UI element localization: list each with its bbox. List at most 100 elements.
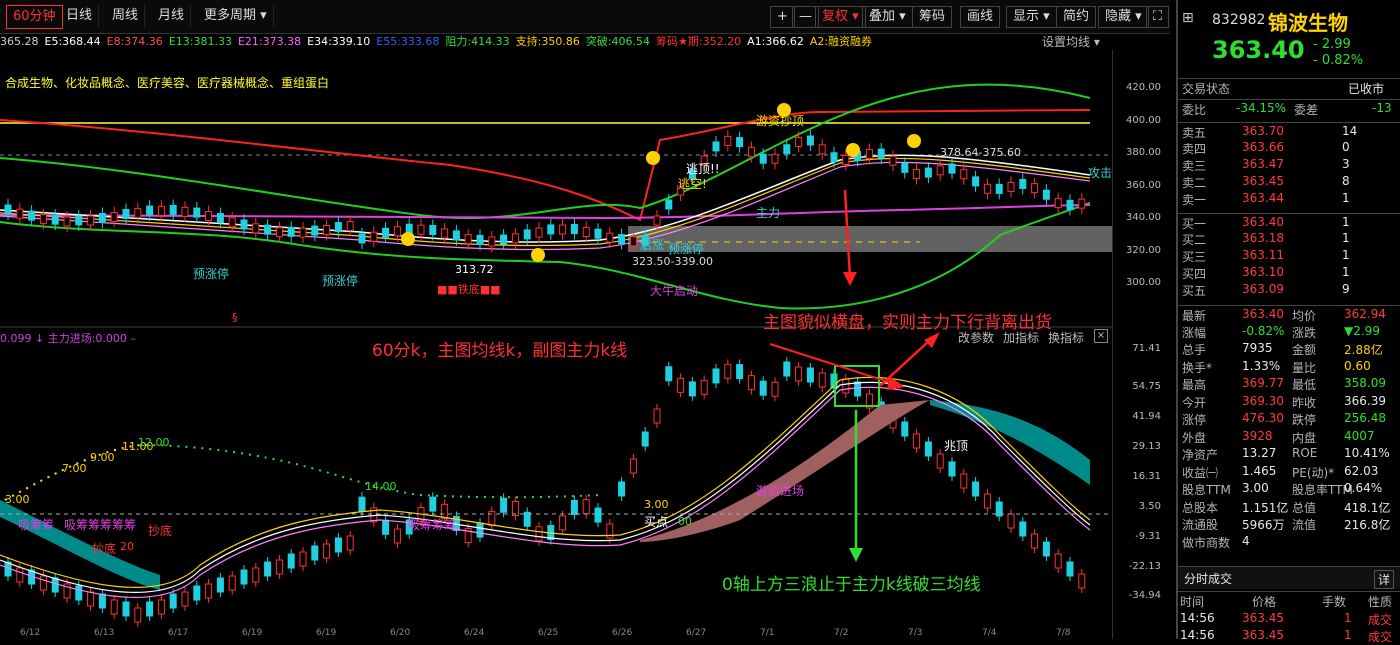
quote-value-2: 256.48 [1344, 411, 1386, 425]
book-label: 卖三 [1182, 159, 1207, 173]
weibi-value: -34.15% [1236, 101, 1287, 115]
quote-label-2: ROE [1292, 446, 1318, 460]
candle-body [299, 551, 307, 567]
candle-body [511, 501, 519, 517]
draw-button[interactable]: 画线 [960, 6, 1001, 28]
candle-body [842, 378, 850, 394]
book-label: 买二 [1182, 233, 1207, 247]
candle-body [311, 225, 319, 236]
quote-value-2: 4007 [1344, 428, 1375, 443]
quote-row: 外盘 3928 内盘 4007 [1178, 428, 1400, 445]
candle-body [417, 224, 425, 235]
candle-body [488, 236, 496, 247]
tab-60min[interactable]: 60分钟 [6, 5, 63, 29]
label-xichou-3: 吸筹筹筹 [408, 518, 457, 532]
sub-yellow-line [0, 376, 1091, 588]
expand-icon[interactable]: ⊞ [1182, 10, 1194, 26]
book-vol: 1 [1342, 265, 1350, 279]
candle-body [665, 366, 673, 382]
candle-body [818, 372, 826, 388]
fenshi-more-button[interactable]: 详 [1374, 570, 1395, 589]
tab-weekly[interactable]: 周线 [106, 5, 146, 27]
candle-body [936, 165, 944, 176]
label-range-2: 378.64-375.60 [940, 146, 1021, 159]
book-vol: 9 [1342, 282, 1350, 296]
candle-body [736, 137, 744, 148]
candle-body [665, 199, 673, 210]
tab-daily[interactable]: 日线 [60, 5, 100, 27]
setting-ma-button[interactable]: 设置均线 ▾ [1042, 33, 1100, 50]
book-price: 363.47 [1242, 157, 1284, 171]
sub-axis-label: 71.41 [1132, 343, 1161, 354]
seq-label-1: 3.00 [5, 493, 30, 506]
candle-body [712, 368, 720, 384]
candle-body [1078, 198, 1086, 209]
book-price: 363.66 [1242, 140, 1284, 154]
quote-label-2: 总值 [1292, 500, 1317, 515]
sub-axis-label: 54.75 [1132, 381, 1161, 392]
quote-label: 做市商数 [1182, 535, 1231, 550]
candle-body [370, 231, 378, 242]
label-tiedi: ■■铁底■■ [437, 283, 501, 296]
price-axis-label: 420.00 [1126, 82, 1161, 93]
col-price: 价格 [1252, 595, 1277, 609]
candle-body [795, 366, 803, 382]
date-label: 7/8 [1056, 628, 1071, 638]
date-axis: 6/12 6/13 6/17 6/19 6/19 6/20 6/24 6/25 6/26 6/27… [0, 628, 1112, 639]
hide-button[interactable]: 隐藏 ▾ [1098, 6, 1149, 28]
weibi-label: 委比 [1182, 103, 1207, 117]
candle-body [983, 183, 991, 194]
book-vol: 1 [1342, 231, 1350, 245]
book-row: 买三 363.11 1 [1178, 247, 1400, 264]
date-label: 6/20 [390, 628, 411, 638]
fenshi-vol: 1 [1344, 611, 1352, 625]
tab-more-periods[interactable]: 更多周期 ▾ [198, 5, 274, 27]
candle-body [724, 363, 732, 379]
col-time: 时间 [1180, 595, 1205, 609]
candle-body [570, 224, 578, 235]
fuquan-button[interactable]: 复权 ▾ [815, 6, 866, 28]
simple-button[interactable]: 简约 [1056, 6, 1097, 28]
label-300: 3.00 [644, 498, 669, 511]
candle-body [157, 599, 165, 615]
book-label: 卖二 [1182, 176, 1207, 190]
swap-indicator-button[interactable]: 换指标 [1048, 329, 1084, 346]
ma-value-2: E8:374.36 [106, 35, 163, 48]
date-label: 6/25 [538, 628, 559, 638]
book-label: 买四 [1182, 267, 1207, 281]
sub-white-line [0, 381, 1091, 593]
chips-button[interactable]: 筹码 [912, 6, 953, 28]
quote-value: 1.151亿 [1242, 500, 1289, 515]
seq-label-2: 7.00 [62, 462, 87, 475]
smiley-icon [646, 151, 660, 165]
change-value: - 2.99 [1313, 37, 1351, 52]
candle-body [570, 499, 578, 515]
candle-body [193, 207, 201, 218]
display-button[interactable]: 显示 ▾ [1006, 6, 1057, 28]
book-label: 卖四 [1182, 142, 1207, 156]
candle-body [51, 577, 59, 593]
date-label: 7/2 [834, 628, 849, 638]
fenshi-time: 14:56 [1180, 611, 1215, 625]
label-yuzhang-2: 预涨停 [322, 274, 359, 288]
candle-body [901, 162, 909, 173]
overlay-button[interactable]: 叠加 ▾ [862, 6, 913, 28]
close-sub-chart-icon[interactable]: × [1094, 329, 1108, 343]
label-yuzhang-1: 预涨停 [193, 267, 230, 281]
close-window-button[interactable]: ⛶ [1146, 6, 1170, 28]
annotation-60min: 60分k，主图均线k，副图主力k线 [372, 341, 628, 361]
fenshi-vol: 1 [1344, 628, 1352, 642]
stock-code: 832982 [1212, 12, 1266, 28]
quote-label: 今开 [1182, 395, 1207, 410]
quote-row: 收益㈠ 1.465 PE(动)* 62.03 [1178, 463, 1400, 480]
candle-body [110, 599, 118, 615]
concept-text: 合成生物、化妆品概念、医疗美容、医疗器械概念、重组蛋白 [5, 76, 330, 90]
price-axis-label: 380.00 [1126, 147, 1161, 158]
book-row: 买一 363.40 1 [1178, 213, 1400, 231]
candle-body [464, 234, 472, 245]
label-zhuangkong: 逃空! [678, 177, 707, 191]
ma-value-3: E13:381.33 [168, 35, 232, 48]
tab-monthly[interactable]: 月线 [152, 5, 192, 27]
book-row: 卖二 363.45 8 [1178, 173, 1400, 190]
candle-body [842, 155, 850, 166]
